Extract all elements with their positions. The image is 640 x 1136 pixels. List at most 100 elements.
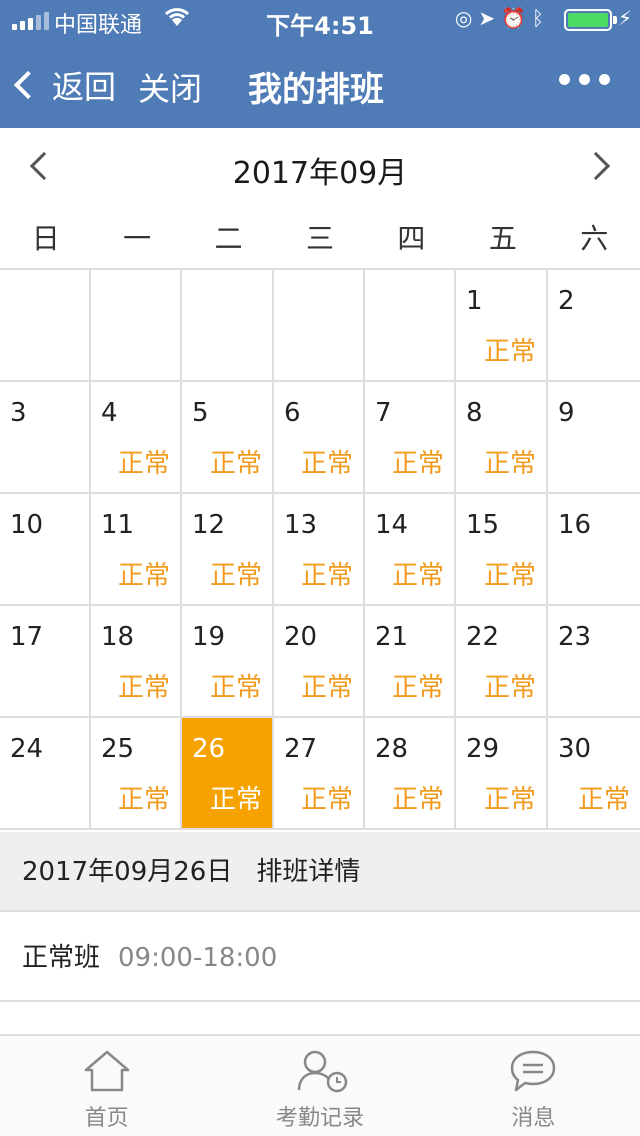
calendar-empty-cell xyxy=(274,270,365,380)
message-icon xyxy=(508,1048,558,1094)
calendar-day-cell[interactable]: 29 正常 xyxy=(456,718,548,828)
charging-icon: ⚡ xyxy=(617,6,632,30)
day-number: 3 xyxy=(10,398,27,428)
day-number: 24 xyxy=(10,734,44,764)
location-icon: ➤ xyxy=(478,6,502,30)
chevron-left-icon xyxy=(13,70,43,100)
calendar-grid: 1 正常 2 3 4 正常 5 正常 6 正常 7 正常 8 正常 9 10 11 正常 12 正常 13 正常 14 正常 1… xyxy=(0,268,640,830)
weekday-label: 日 xyxy=(31,222,60,255)
weekday-label: 六 xyxy=(580,222,609,255)
day-number: 9 xyxy=(558,398,575,428)
shift-status-label: 正常 xyxy=(577,785,630,815)
more-icon[interactable] xyxy=(559,74,610,85)
calendar-day-cell[interactable]: 11 正常 xyxy=(91,494,182,604)
shift-status-label: 正常 xyxy=(391,449,444,479)
shift-status-label: 正常 xyxy=(391,785,444,815)
calendar-day-cell[interactable]: 18 正常 xyxy=(91,606,182,716)
calendar-day-cell[interactable]: 21 正常 xyxy=(365,606,456,716)
weekday-label: 五 xyxy=(488,222,517,255)
day-number: 16 xyxy=(558,510,592,540)
shift-status-label: 正常 xyxy=(391,673,444,703)
tab-attendance-record[interactable]: 考勤记录 xyxy=(213,1036,426,1136)
calendar-day-cell[interactable]: 8 正常 xyxy=(456,382,548,492)
shift-status-label: 正常 xyxy=(209,561,262,591)
calendar-week-row: 1 正常 2 xyxy=(0,270,640,382)
home-icon xyxy=(82,1048,132,1094)
calendar-day-cell[interactable]: 16 xyxy=(548,494,640,604)
tab-home[interactable]: 首页 xyxy=(0,1036,213,1136)
calendar-day-cell[interactable]: 12 正常 xyxy=(182,494,274,604)
day-number: 21 xyxy=(375,622,409,652)
shift-status-label: 正常 xyxy=(300,449,353,479)
day-number: 8 xyxy=(466,398,483,428)
shift-status-label: 正常 xyxy=(209,673,262,703)
day-number: 25 xyxy=(101,734,135,764)
shift-status-label: 正常 xyxy=(117,561,170,591)
shift-status-label: 正常 xyxy=(300,673,353,703)
calendar-day-cell[interactable]: 3 xyxy=(0,382,91,492)
calendar-day-cell[interactable]: 28 正常 xyxy=(365,718,456,828)
calendar-day-cell[interactable]: 24 xyxy=(0,718,91,828)
back-label: 返回 xyxy=(52,68,117,106)
calendar-day-cell[interactable]: 30 正常 xyxy=(548,718,640,828)
calendar-empty-cell xyxy=(182,270,274,380)
calendar-day-cell[interactable]: 26 正常 xyxy=(182,718,274,828)
day-number: 4 xyxy=(101,398,118,428)
nav-bar: 返回 关闭 我的排班 xyxy=(0,40,640,128)
calendar-day-cell[interactable]: 14 正常 xyxy=(365,494,456,604)
month-navigator: 2017年09月 xyxy=(0,128,640,208)
shift-status-label: 正常 xyxy=(117,449,170,479)
day-number: 18 xyxy=(101,622,135,652)
calendar-week-row: 10 11 正常 12 正常 13 正常 14 正常 15 正常 16 xyxy=(0,494,640,606)
status-icons: ◎➤⏰ᛒ xyxy=(455,6,550,30)
shift-status-label: 正常 xyxy=(300,561,353,591)
back-button[interactable]: 返回 xyxy=(13,62,117,108)
day-number: 20 xyxy=(284,622,318,652)
calendar-day-cell[interactable]: 27 正常 xyxy=(274,718,365,828)
month-label: 2017年09月 xyxy=(232,156,408,191)
calendar-day-cell[interactable]: 23 xyxy=(548,606,640,716)
day-number: 2 xyxy=(558,286,575,316)
calendar-day-cell[interactable]: 2 xyxy=(548,270,640,380)
calendar-day-cell[interactable]: 10 xyxy=(0,494,91,604)
calendar-day-cell[interactable]: 19 正常 xyxy=(182,606,274,716)
day-number: 15 xyxy=(466,510,500,540)
calendar-day-cell[interactable]: 9 xyxy=(548,382,640,492)
calendar-day-cell[interactable]: 17 xyxy=(0,606,91,716)
calendar-day-cell[interactable]: 4 正常 xyxy=(91,382,182,492)
tab-label: 消息 xyxy=(511,1106,556,1131)
shift-status-label: 正常 xyxy=(209,785,262,815)
calendar-day-cell[interactable]: 20 正常 xyxy=(274,606,365,716)
day-number: 22 xyxy=(466,622,500,652)
shift-status-label: 正常 xyxy=(483,449,536,479)
close-button[interactable]: 关闭 xyxy=(138,64,202,110)
calendar-day-cell[interactable]: 1 正常 xyxy=(456,270,548,380)
calendar-week-row: 3 4 正常 5 正常 6 正常 7 正常 8 正常 9 xyxy=(0,382,640,494)
day-number: 1 xyxy=(466,286,483,316)
status-bar: 中国联通 下午4:51 ◎➤⏰ᛒ ⚡ xyxy=(0,0,640,40)
shift-status-label: 正常 xyxy=(209,449,262,479)
app-header: 中国联通 下午4:51 ◎➤⏰ᛒ ⚡ 返回 关闭 我的排班 xyxy=(0,0,640,128)
calendar-day-cell[interactable]: 13 正常 xyxy=(274,494,365,604)
tab-label: 考勤记录 xyxy=(275,1106,364,1131)
page-title: 我的排班 xyxy=(248,70,384,110)
weekday-label: 四 xyxy=(397,222,426,255)
alarm-icon: ⏰ xyxy=(501,6,532,30)
calendar-day-cell[interactable]: 25 正常 xyxy=(91,718,182,828)
calendar-day-cell[interactable]: 22 正常 xyxy=(456,606,548,716)
calendar-day-cell[interactable]: 15 正常 xyxy=(456,494,548,604)
attendance-record-icon xyxy=(295,1048,348,1094)
detail-date: 2017年09月26日 xyxy=(22,857,233,887)
day-number: 28 xyxy=(375,734,409,764)
calendar-day-cell[interactable]: 6 正常 xyxy=(274,382,365,492)
day-number: 23 xyxy=(558,622,592,652)
tab-bar: 首页 考勤记录 消息 xyxy=(0,1034,640,1136)
shift-status-label: 正常 xyxy=(391,561,444,591)
calendar-empty-cell xyxy=(91,270,182,380)
tab-messages[interactable]: 消息 xyxy=(427,1036,640,1136)
schedule-detail-header: 2017年09月26日 排班详情 xyxy=(0,832,640,912)
shift-time: 09:00-18:00 xyxy=(118,943,278,973)
calendar-day-cell[interactable]: 7 正常 xyxy=(365,382,456,492)
calendar-day-cell[interactable]: 5 正常 xyxy=(182,382,274,492)
day-number: 10 xyxy=(10,510,44,540)
